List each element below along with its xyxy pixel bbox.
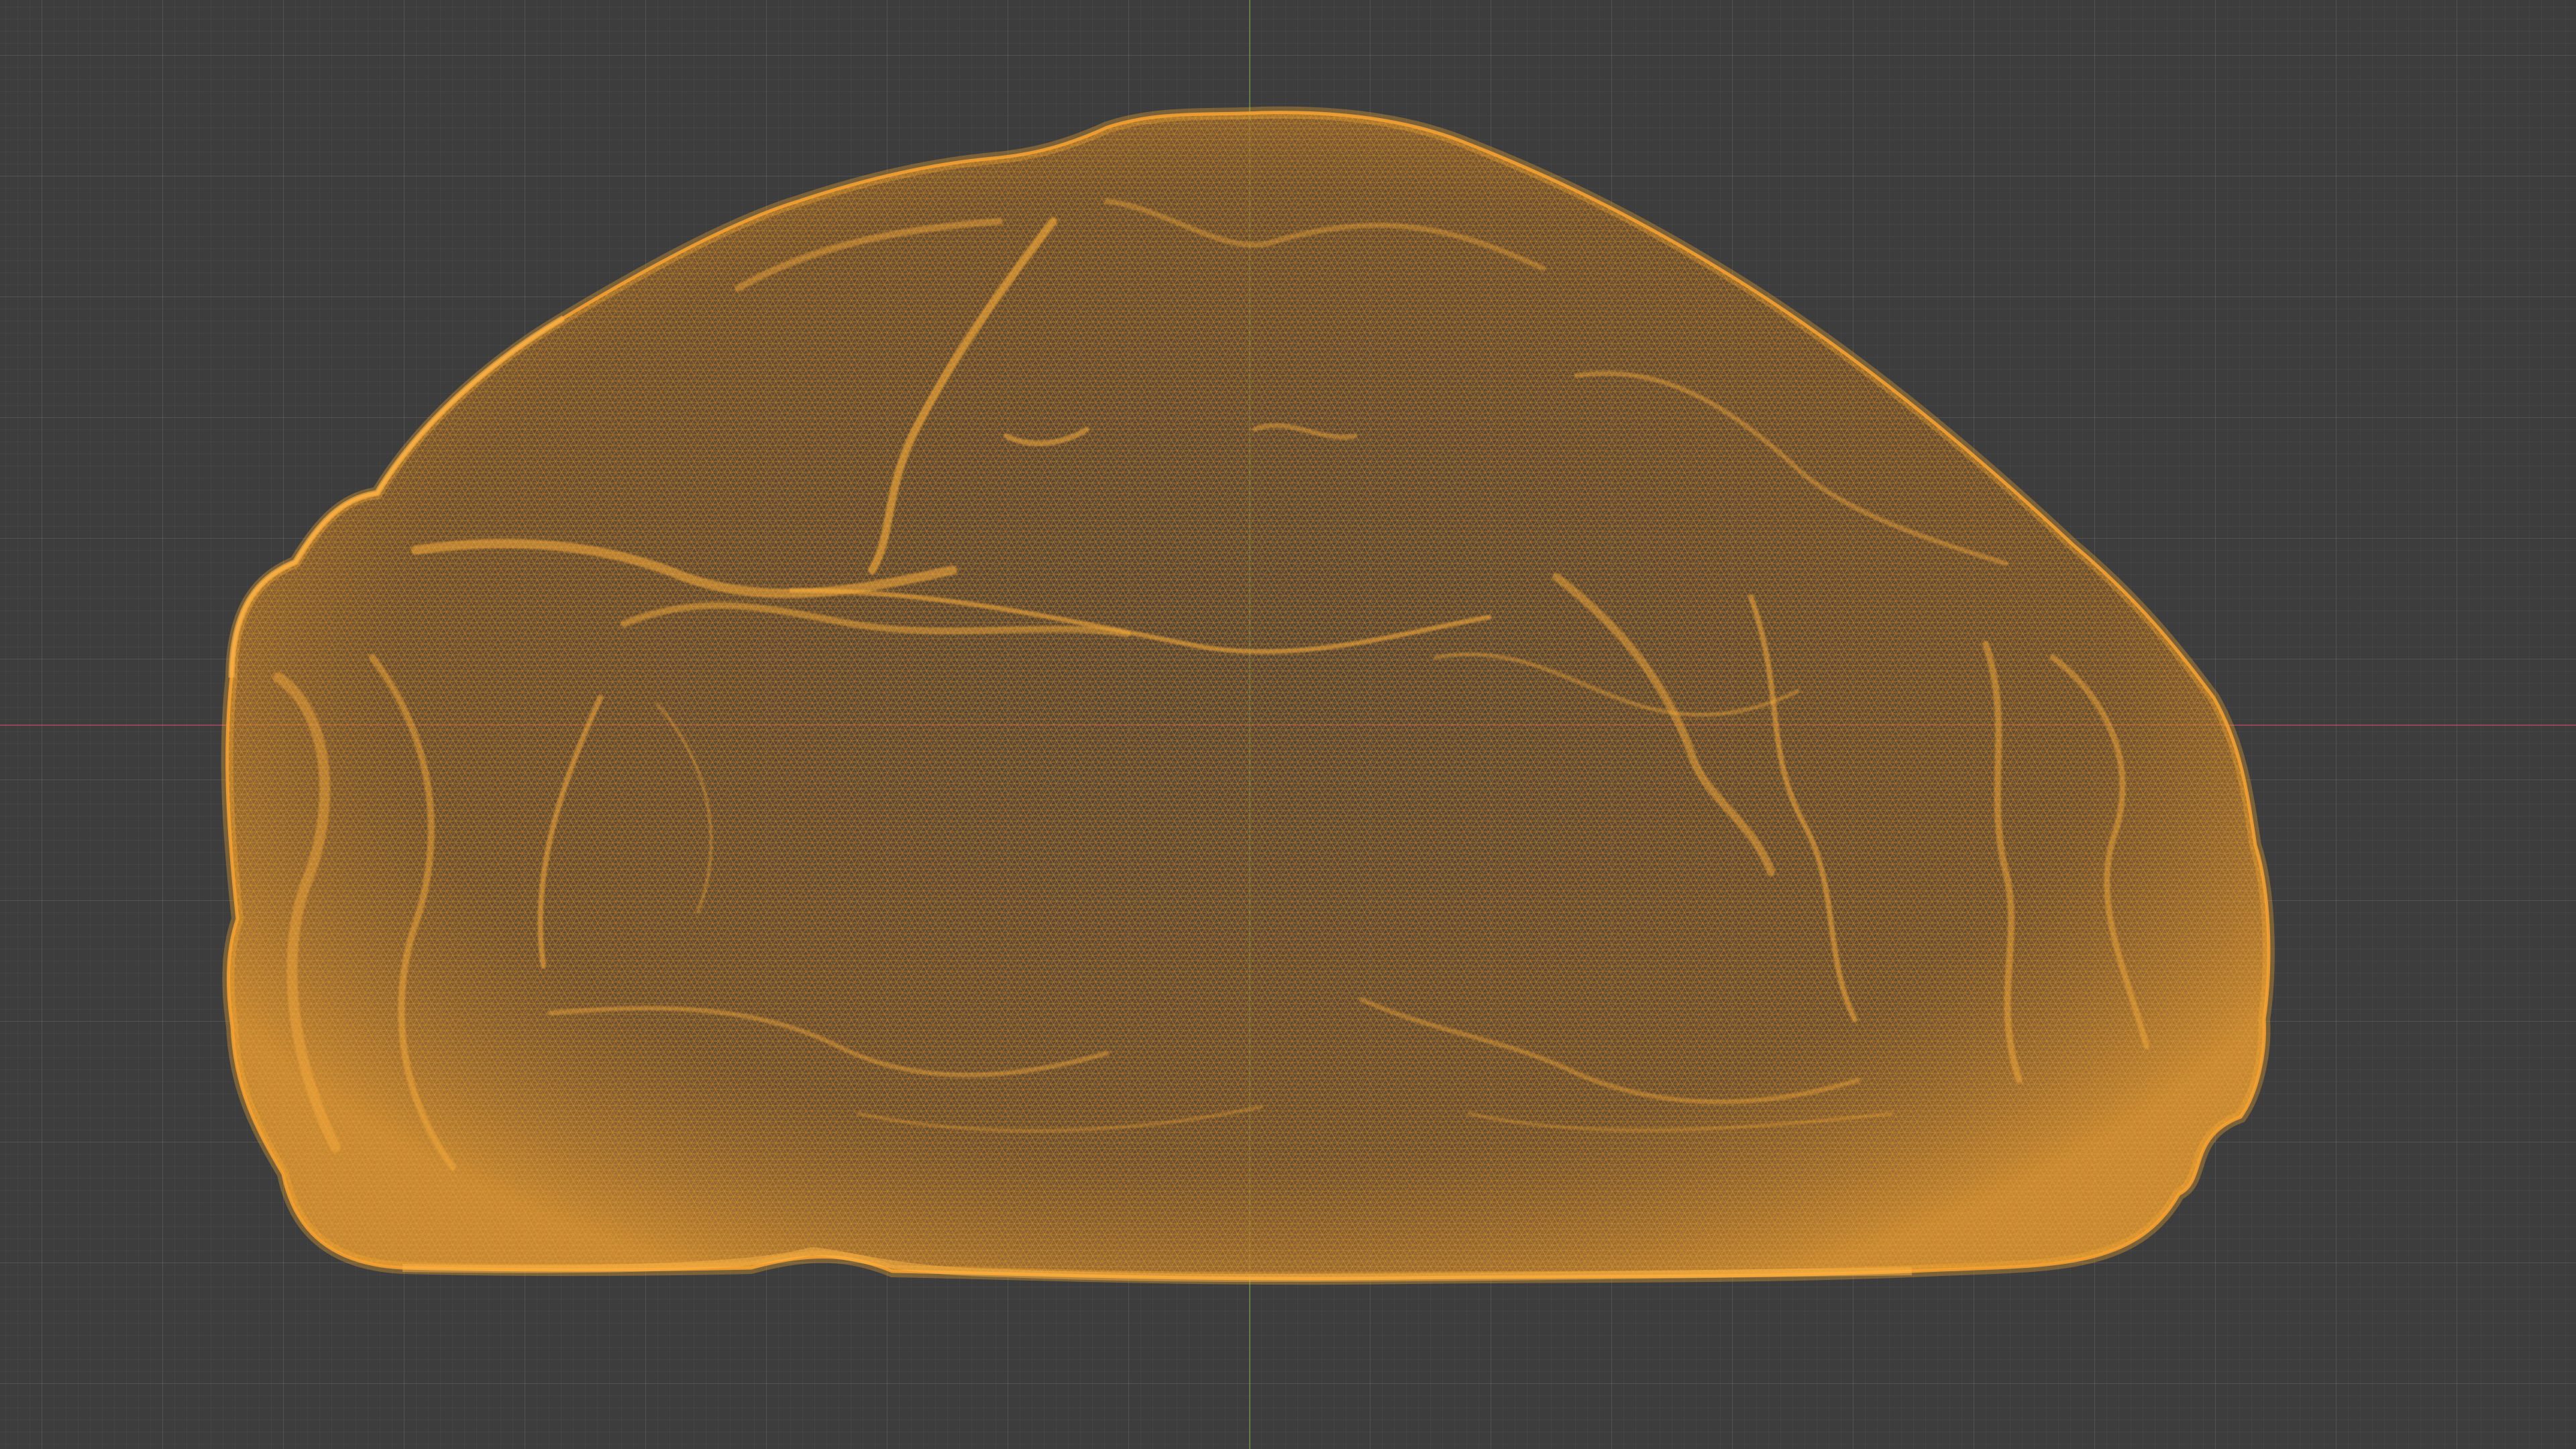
mesh-fill bbox=[227, 112, 2269, 1279]
3d-viewport[interactable] bbox=[0, 0, 2576, 1449]
wireframe-mesh-object[interactable] bbox=[0, 0, 2576, 1449]
